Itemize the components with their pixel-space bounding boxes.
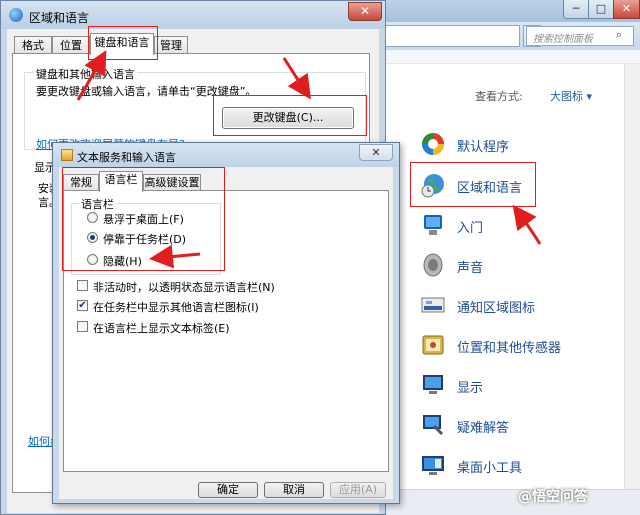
arrow-mark — [76, 50, 107, 101]
arrow-mark — [282, 57, 311, 100]
annotation-arrows — [76, 50, 542, 269]
arrow-mark — [149, 244, 201, 269]
watermark: @悟空问答 — [518, 489, 588, 505]
arrow-mark — [512, 204, 542, 245]
